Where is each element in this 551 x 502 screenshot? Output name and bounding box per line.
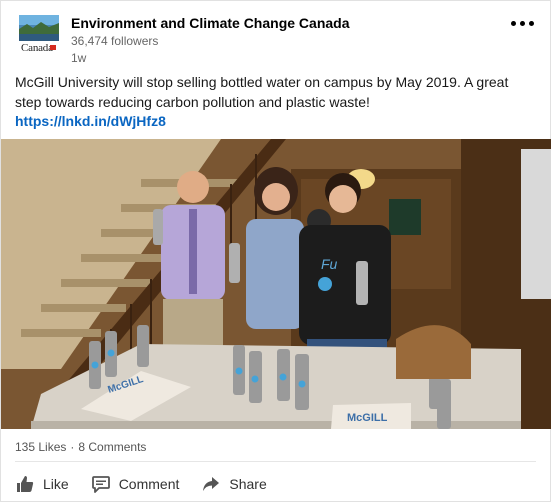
comment-label: Comment (118, 476, 180, 492)
post-image[interactable]: Fu McGILL McGILL (1, 139, 551, 429)
comment-icon (91, 474, 111, 494)
post-header: Canada Environment and Climate Change Ca… (19, 13, 536, 65)
shirt-text: Fu (321, 256, 338, 272)
likes-count[interactable]: 135 Likes (15, 440, 66, 454)
like-label: Like (43, 476, 69, 492)
post-timestamp: 1w (71, 51, 87, 65)
post-link[interactable]: https://lnkd.in/dWjHfz8 (15, 113, 166, 129)
post-body: McGill University will stop selling bott… (15, 74, 509, 110)
action-bar: Like Comment Share (15, 470, 267, 498)
poster-text-right: McGILL (347, 412, 388, 424)
comments-count[interactable]: 8 Comments (78, 440, 146, 454)
stats-separator: · (70, 440, 75, 454)
logo-landscape-image (19, 15, 59, 41)
share-label: Share (229, 476, 267, 492)
like-button[interactable]: Like (15, 474, 69, 494)
post-card: Canada Environment and Climate Change Ca… (0, 0, 551, 502)
organization-logo[interactable]: Canada (19, 15, 59, 55)
share-button[interactable]: Share (201, 474, 267, 494)
author-name[interactable]: Environment and Climate Change Canada (71, 15, 350, 31)
share-arrow-icon (201, 474, 221, 494)
canada-flag-icon (50, 45, 56, 50)
more-options-icon[interactable] (510, 15, 534, 31)
actions-divider (15, 461, 536, 462)
reaction-stats: 135 Likes · 8 Comments (15, 440, 146, 454)
follower-count: 36,474 followers (71, 34, 159, 48)
comment-button[interactable]: Comment (91, 474, 180, 494)
logo-wordmark: Canada (21, 42, 53, 54)
thumbs-up-icon (15, 474, 35, 494)
